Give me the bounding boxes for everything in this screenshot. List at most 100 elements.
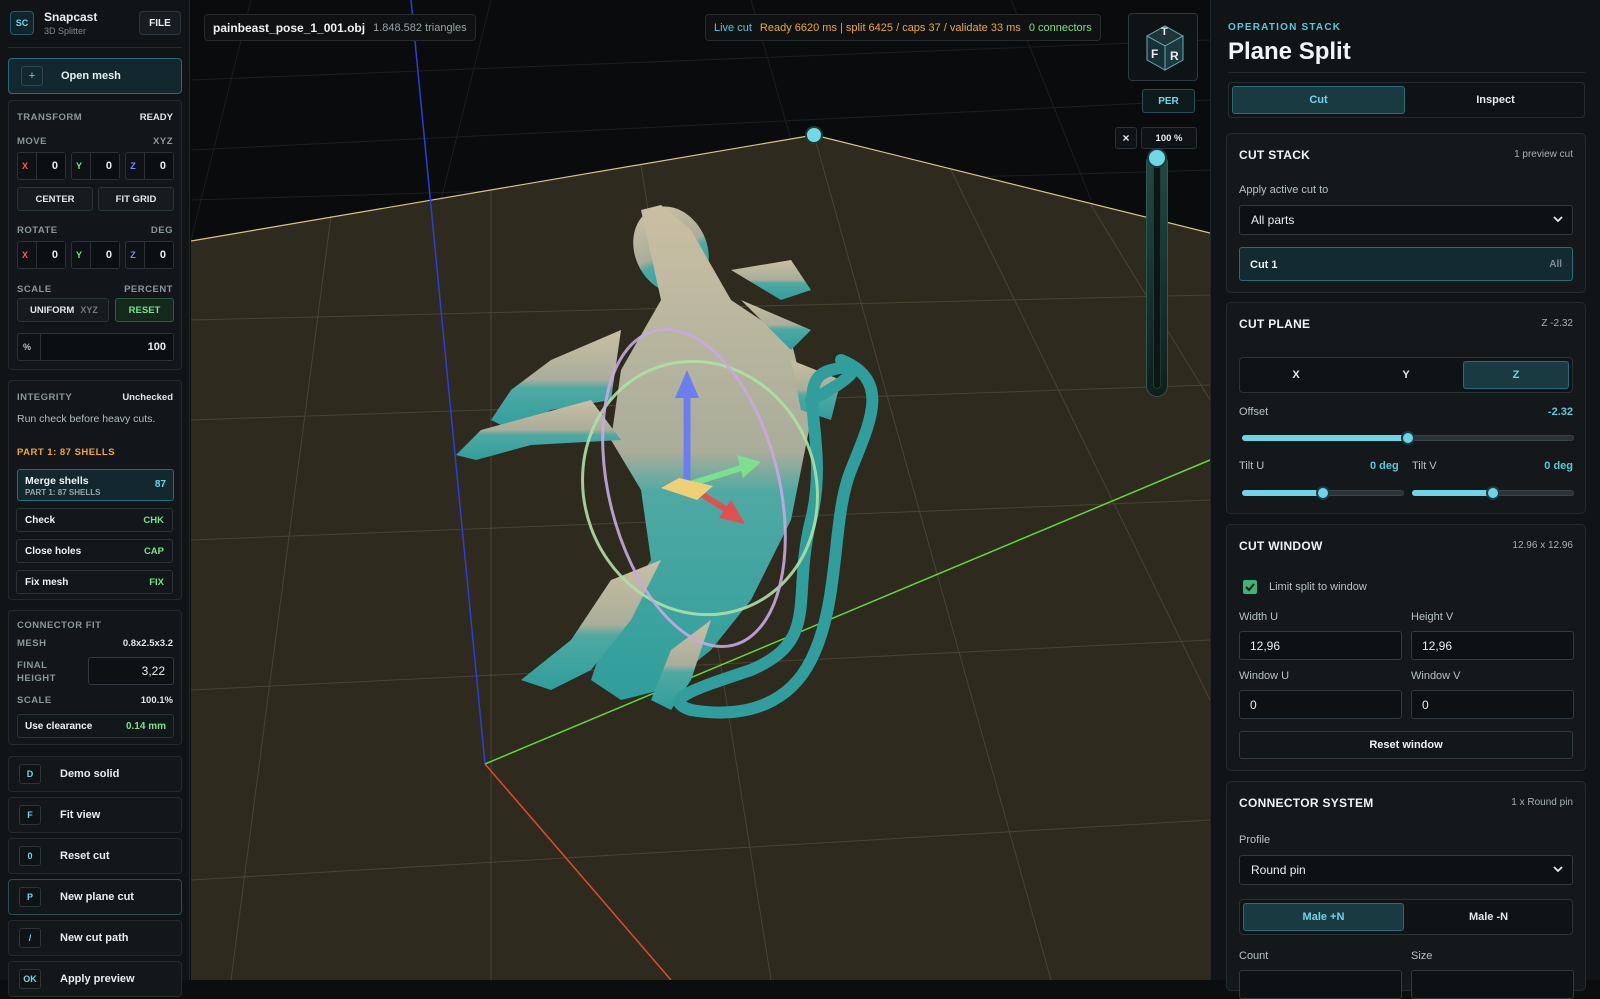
cut-stack-card: CUT STACK 1 preview cut Apply active cut… — [1226, 133, 1586, 293]
check-button[interactable]: Check CHK — [16, 508, 173, 532]
mesh-label: MESH — [17, 638, 47, 649]
open-mesh-label: Open mesh — [61, 70, 121, 82]
limit-window-checkbox[interactable] — [1243, 580, 1257, 594]
tab-inspect[interactable]: Inspect — [1409, 86, 1582, 114]
window-u-label: Window U — [1239, 670, 1290, 682]
cut-plane-title: CUT PLANE — [1239, 317, 1311, 331]
new-cut-path-button[interactable]: / New cut path — [8, 920, 182, 956]
connector-system-meta: 1 x Round pin — [1511, 797, 1573, 808]
move-y-input[interactable]: Y0 — [71, 152, 120, 180]
cube-face-front[interactable]: F — [1151, 47, 1158, 61]
tilt-v-value: 0 deg — [1544, 460, 1573, 472]
panel-title: Plane Split — [1228, 38, 1351, 65]
final-height-label: FINAL HEIGHT — [17, 660, 56, 684]
tab-cut[interactable]: Cut — [1232, 86, 1405, 114]
integrity-hint: Run check before heavy cuts. — [17, 413, 156, 425]
connector-count: 0 connectors — [1028, 21, 1092, 34]
cut-stack-meta: 1 preview cut — [1514, 149, 1573, 160]
count-input[interactable] — [1239, 970, 1402, 999]
divider — [1228, 72, 1585, 73]
reset-cut-button[interactable]: 0 Reset cut — [8, 838, 182, 874]
male-minus-n-button[interactable]: Male -N — [1408, 903, 1569, 931]
live-cut-timing: Ready 6620 ms | split 6425 / caps 37 / v… — [759, 21, 1021, 34]
offset-value: -2.32 — [1547, 406, 1573, 418]
rotate-x-input[interactable]: X0 — [17, 241, 66, 269]
width-u-label: Width U — [1239, 611, 1279, 623]
zoom-slider-handle[interactable] — [1147, 148, 1167, 168]
size-label: Size — [1411, 950, 1433, 962]
width-u-input[interactable]: 12,96 — [1239, 631, 1402, 660]
cut-item-scope: All — [1549, 259, 1562, 270]
integrity-section: INTEGRITY Unchecked Run check before hea… — [8, 380, 182, 600]
apply-cut-select[interactable]: All parts — [1239, 205, 1573, 235]
offset-slider[interactable] — [1242, 431, 1574, 445]
scale-reset-button[interactable]: RESET — [115, 298, 174, 322]
file-menu-button[interactable]: FILE — [139, 11, 181, 35]
window-u-input[interactable]: 0 — [1239, 690, 1402, 719]
scale-percent-input[interactable]: % 100 — [17, 333, 174, 361]
zoom-slider-track[interactable] — [1146, 152, 1168, 397]
app-subtitle: 3D Splitter — [44, 26, 87, 36]
offset-label: Offset — [1239, 406, 1269, 418]
cut-stack-title: CUT STACK — [1239, 148, 1311, 162]
tilt-u-slider-handle[interactable] — [1316, 486, 1330, 500]
move-x-input[interactable]: X0 — [17, 152, 66, 180]
tilt-u-slider[interactable] — [1242, 486, 1404, 500]
open-mesh-button[interactable]: + Open mesh — [8, 58, 182, 94]
apply-preview-button[interactable]: OK Apply preview — [8, 961, 182, 997]
window-v-input[interactable]: 0 — [1411, 690, 1574, 719]
plus-icon: + — [21, 66, 43, 86]
uniform-scale-toggle[interactable]: UNIFORM XYZ — [17, 298, 109, 322]
tilt-v-slider-handle[interactable] — [1486, 486, 1500, 500]
transform-section: TRANSFORM READY MOVE XYZ X0 Y0 Z0 CENTER… — [8, 100, 182, 370]
height-v-input[interactable]: 12,96 — [1411, 631, 1574, 660]
move-z-input[interactable]: Z0 — [125, 152, 174, 180]
part-title: PART 1: 87 SHELLS — [17, 447, 116, 458]
cut-window-meta: 12.96 x 12.96 — [1512, 540, 1573, 551]
window-v-label: Window V — [1411, 670, 1461, 682]
plate-corner-handle[interactable] — [805, 126, 823, 144]
close-holes-button[interactable]: Close holes CAP — [16, 539, 173, 563]
3d-viewport[interactable]: painbeast_pose_1_001.obj 1.848.582 trian… — [191, 0, 1210, 980]
move-label: MOVE — [17, 136, 47, 147]
connector-system-card: CONNECTOR SYSTEM 1 x Round pin Profile R… — [1226, 781, 1586, 999]
cut-plane-card: CUT PLANE Z -2.32 X Y Z Offset -2.32 Til… — [1226, 302, 1586, 514]
cut-item-name: Cut 1 — [1250, 259, 1278, 271]
tilt-v-slider[interactable] — [1412, 486, 1574, 500]
fit-view-button[interactable]: F Fit view — [8, 797, 182, 833]
new-plane-cut-button[interactable]: P New plane cut — [8, 879, 182, 915]
zoom-reset-button[interactable]: × — [1115, 127, 1137, 149]
live-cut-label: Live cut — [714, 21, 752, 34]
axis-y-button[interactable]: Y — [1353, 361, 1459, 389]
file-info-badge: painbeast_pose_1_001.obj 1.848.582 trian… — [204, 14, 476, 41]
cut-item[interactable]: Cut 1 All — [1239, 247, 1573, 281]
cube-face-top[interactable]: T — [1161, 26, 1168, 38]
center-button[interactable]: CENTER — [17, 187, 93, 211]
rotate-y-input[interactable]: Y0 — [71, 241, 120, 269]
mesh-value: 0.8x2.5x3.2 — [122, 638, 173, 649]
axis-x-button[interactable]: X — [1243, 361, 1349, 389]
reset-window-button[interactable]: Reset window — [1239, 731, 1573, 759]
demo-solid-button[interactable]: D Demo solid — [8, 756, 182, 792]
scene-canvas[interactable] — [191, 0, 1210, 980]
merge-shells-button[interactable]: Merge shells PART 1: 87 SHELLS 87 — [17, 469, 174, 501]
connector-gender-selector: Male +N Male -N — [1239, 899, 1573, 935]
use-clearance-button[interactable]: Use clearance 0.14 mm — [17, 714, 174, 738]
count-label: Count — [1239, 950, 1269, 962]
connector-scale-label: SCALE — [17, 695, 52, 706]
axis-z-button[interactable]: Z — [1463, 361, 1569, 389]
chevron-down-icon — [1553, 216, 1563, 223]
cube-face-right[interactable]: R — [1170, 49, 1179, 63]
view-cube[interactable]: T F R — [1128, 13, 1198, 81]
final-height-input[interactable]: 3,22 — [88, 657, 174, 685]
projection-toggle[interactable]: PER — [1142, 89, 1195, 113]
male-plus-n-button[interactable]: Male +N — [1243, 903, 1404, 931]
size-input[interactable] — [1411, 970, 1574, 999]
rotate-z-input[interactable]: Z0 — [125, 241, 174, 269]
fix-mesh-button[interactable]: Fix mesh FIX — [16, 570, 173, 594]
fit-grid-button[interactable]: FIT GRID — [98, 187, 174, 211]
offset-slider-handle[interactable] — [1401, 431, 1415, 445]
profile-select[interactable]: Round pin — [1239, 855, 1573, 885]
scale-label: SCALE — [17, 284, 52, 295]
tilt-u-label: Tilt U — [1239, 460, 1265, 472]
